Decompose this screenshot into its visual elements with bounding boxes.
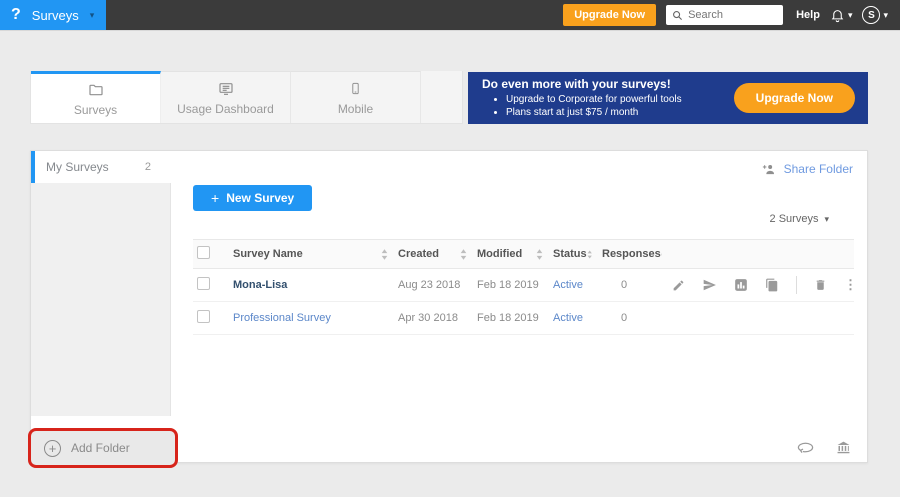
created-cell: Aug 23 2018 — [398, 279, 477, 291]
column-header-status[interactable]: Status — [553, 248, 602, 260]
new-survey-button[interactable]: + New Survey — [193, 185, 312, 211]
created-cell: Apr 30 2018 — [398, 312, 477, 324]
folders-sidebar: My Surveys 2 + Add Folder — [31, 151, 171, 462]
promo-text: Do even more with your surveys! Upgrade … — [482, 77, 734, 119]
tab-surveys-label: Surveys — [74, 103, 117, 117]
sort-icon[interactable] — [460, 249, 467, 260]
survey-count-dropdown[interactable]: 2 Surveys ▾ — [770, 213, 829, 225]
more-options-icon[interactable]: ⋮ — [844, 277, 857, 293]
promo-banner: Do even more with your surveys! Upgrade … — [468, 72, 868, 124]
app-menu[interactable]: ? Surveys ▾ — [0, 0, 106, 30]
row-checkbox-cell — [193, 277, 233, 293]
account-menu[interactable]: S ▾ — [862, 6, 888, 24]
sort-icon[interactable] — [661, 249, 662, 260]
add-folder-label: Add Folder — [71, 441, 130, 455]
row-checkbox[interactable] — [197, 277, 210, 290]
tab-mobile[interactable]: Mobile — [291, 71, 421, 123]
table-row: Mona-Lisa Aug 23 2018 Feb 18 2019 Active… — [193, 269, 854, 302]
column-label: Created — [398, 248, 439, 260]
status-cell[interactable]: Active — [553, 279, 602, 291]
restore-loop-icon[interactable] — [797, 441, 814, 454]
folder-count-badge: 2 — [145, 161, 151, 173]
surveys-panel: My Surveys 2 + Add Folder Share Folder +… — [30, 150, 868, 463]
sort-icon[interactable] — [381, 249, 388, 260]
row-checkbox[interactable] — [197, 310, 210, 323]
bell-icon — [830, 7, 845, 23]
copy-icon[interactable] — [765, 278, 779, 292]
avatar: S — [862, 6, 880, 24]
tab-usage-dashboard[interactable]: Usage Dashboard — [161, 71, 291, 123]
folder-list-area — [31, 183, 171, 416]
row-checkbox-cell — [193, 310, 233, 326]
plus-circle-icon: + — [44, 440, 61, 457]
chevron-down-icon: ▾ — [824, 215, 829, 224]
column-label: Status — [553, 248, 587, 260]
plus-icon: + — [211, 191, 219, 205]
bank-archive-icon[interactable] — [836, 440, 851, 455]
brand-logo-icon: ? — [11, 7, 21, 23]
upgrade-now-banner-button[interactable]: Upgrade Now — [734, 83, 855, 113]
sidebar-item-my-surveys[interactable]: My Surveys 2 — [31, 151, 171, 183]
panel-footer-icons — [797, 440, 851, 455]
column-header-modified[interactable]: Modified — [477, 248, 553, 260]
chevron-down-icon: ▾ — [90, 11, 95, 20]
tab-usage-dashboard-label: Usage Dashboard — [177, 102, 274, 116]
responses-cell: 0 — [602, 312, 672, 324]
surveys-table: Survey Name Created Modified Status Resp… — [193, 239, 854, 335]
select-all-checkbox[interactable] — [197, 246, 210, 259]
column-label: Modified — [477, 248, 522, 260]
column-label: Responses — [602, 248, 661, 260]
dashboard-icon — [217, 80, 235, 98]
actions-divider — [796, 276, 797, 294]
column-header-responses[interactable]: Responses — [602, 248, 672, 260]
row-actions: ⋮ — [672, 276, 873, 294]
add-folder-button[interactable]: + Add Folder — [28, 428, 178, 468]
help-link[interactable]: Help — [796, 9, 820, 21]
modified-cell: Feb 18 2019 — [477, 279, 553, 291]
navbar-right: Upgrade Now Help ▾ S ▾ — [563, 4, 900, 26]
status-cell[interactable]: Active — [553, 312, 602, 324]
column-header-survey-name[interactable]: Survey Name — [233, 248, 398, 260]
chevron-down-icon: ▾ — [883, 11, 888, 20]
table-row: Professional Survey Apr 30 2018 Feb 18 2… — [193, 302, 854, 335]
app-menu-label: Surveys — [32, 8, 79, 23]
delete-trash-icon[interactable] — [814, 278, 827, 292]
promo-bullets: Upgrade to Corporate for powerful tools … — [506, 93, 734, 119]
top-navbar: ? Surveys ▾ Upgrade Now Help ▾ S ▾ — [0, 0, 900, 31]
upgrade-now-button[interactable]: Upgrade Now — [563, 4, 656, 26]
promo-bullet: Upgrade to Corporate for powerful tools — [506, 93, 734, 106]
header-checkbox-cell — [193, 246, 233, 262]
search-input[interactable] — [688, 9, 777, 21]
report-chart-icon[interactable] — [734, 278, 748, 292]
search-icon — [672, 10, 683, 21]
tab-surveys[interactable]: Surveys — [31, 71, 161, 123]
share-folder-link[interactable]: Share Folder — [761, 162, 853, 176]
add-user-icon — [761, 162, 777, 176]
promo-title: Do even more with your surveys! — [482, 77, 734, 91]
sort-icon[interactable] — [587, 249, 592, 260]
edit-pencil-icon[interactable] — [672, 279, 685, 292]
survey-name-link[interactable]: Mona-Lisa — [233, 279, 398, 291]
responses-cell: 0 — [602, 279, 672, 291]
sort-icon[interactable] — [536, 249, 543, 260]
share-folder-label: Share Folder — [784, 162, 853, 176]
survey-name-link[interactable]: Professional Survey — [233, 312, 398, 324]
send-paper-plane-icon[interactable] — [702, 278, 717, 292]
modified-cell: Feb 18 2019 — [477, 312, 553, 324]
tab-mobile-label: Mobile — [338, 102, 373, 116]
mobile-icon — [349, 80, 362, 98]
view-tabs: Surveys Usage Dashboard Mobile — [30, 71, 463, 124]
column-label: Survey Name — [233, 248, 303, 260]
table-header-row: Survey Name Created Modified Status Resp… — [193, 239, 854, 269]
folder-icon — [87, 81, 105, 99]
new-survey-label: New Survey — [226, 191, 294, 205]
survey-count-label: 2 Surveys — [770, 213, 819, 225]
search-box[interactable] — [666, 5, 783, 25]
notifications-menu[interactable]: ▾ — [830, 7, 853, 23]
promo-bullet: Plans start at just $75 / month — [506, 106, 734, 119]
surveys-content: Share Folder + New Survey 2 Surveys ▾ Su… — [171, 151, 867, 462]
folder-name: My Surveys — [46, 160, 109, 174]
chevron-down-icon: ▾ — [848, 11, 853, 20]
column-header-created[interactable]: Created — [398, 248, 477, 260]
